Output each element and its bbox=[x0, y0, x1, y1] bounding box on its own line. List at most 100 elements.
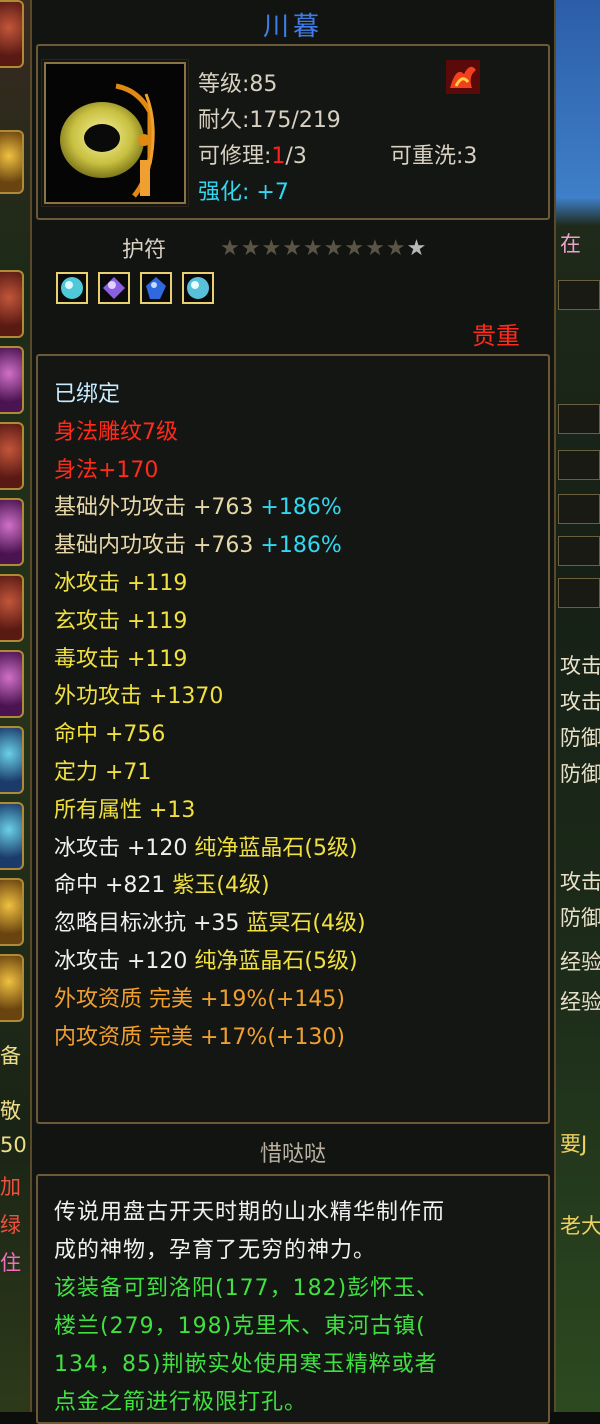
background-left-text: 50 bbox=[0, 1133, 27, 1157]
item-icon[interactable] bbox=[41, 59, 189, 207]
background-left-text: 加 bbox=[0, 1175, 21, 1199]
background-right-text: 要J bbox=[560, 1132, 588, 1156]
portrait-fragment bbox=[0, 0, 24, 68]
background-right-panel bbox=[558, 578, 600, 608]
background-right-text: 在 bbox=[560, 232, 581, 256]
attribute-line: 基础内功攻击 +763 +186% bbox=[54, 531, 342, 561]
attribute-text: 毒攻击 +119 bbox=[54, 646, 188, 672]
attribute-text: 基础外功攻击 +763 bbox=[54, 495, 261, 521]
attribute-line: 基础外功攻击 +763 +186% bbox=[54, 493, 342, 523]
background-right-text: 经验 bbox=[560, 990, 600, 1014]
attribute-text: 冰攻击 +120 bbox=[54, 949, 195, 974]
attribute-line: 冰攻击 +120 纯净蓝晶石(5级) bbox=[54, 947, 358, 977]
gem-socket-icon[interactable] bbox=[140, 272, 172, 304]
description-section: 传说用盘古开天时期的山水精华制作而 成的神物，孕育了无穷的神力。 该装备可到洛阳(1… bbox=[36, 1174, 550, 1424]
attribute-text: 纯净蓝晶石(5级) bbox=[194, 835, 358, 861]
attribute-text: 命中 +756 bbox=[54, 722, 166, 748]
attribute-line: 外功攻击 +1370 bbox=[54, 682, 223, 712]
attribute-text: 冰攻击 +119 bbox=[54, 571, 188, 596]
gem-socket-icon[interactable] bbox=[182, 272, 214, 304]
attribute-text: +186% bbox=[260, 495, 342, 521]
star-icon: ★ bbox=[302, 236, 324, 261]
star-icon: ★ bbox=[261, 236, 283, 261]
attribute-line: 外攻资质 完美 +19%(+145) bbox=[54, 985, 345, 1015]
item-name: 川暮 bbox=[262, 12, 323, 42]
attributes-section: 已绑定身法雕纹7级 身法+170 基础外功攻击 +763 +186% 基础内功攻击 +… bbox=[36, 354, 550, 1124]
background-right-panel bbox=[558, 280, 600, 310]
attribute-text: 定力 +71 bbox=[54, 760, 152, 785]
attribute-line: 内攻资质 完美 +17%(+130) bbox=[54, 1023, 345, 1053]
attribute-text: 外攻资质 完美 +19%(+145) bbox=[54, 986, 345, 1012]
skill-slot[interactable] bbox=[0, 130, 24, 194]
description-line: 134，85)荆嵌实处使用寒玉精粹或者 bbox=[54, 1352, 438, 1377]
attribute-text: 已绑定 bbox=[54, 382, 121, 407]
skill-slot[interactable] bbox=[0, 726, 24, 794]
attribute-text: 外功攻击 +1370 bbox=[54, 684, 224, 710]
star-icon: ★ bbox=[282, 236, 303, 261]
repair-used: 1 bbox=[271, 144, 286, 169]
item-tooltip: 川暮 等级:85 耐久:175/219 可修理:1/3 可重洗:3 强化: +7… bbox=[30, 0, 556, 1424]
background-left-text: 绿 bbox=[0, 1213, 21, 1237]
attribute-text: 所有属性 +13 bbox=[54, 797, 196, 823]
star-icon: ★ bbox=[385, 236, 407, 261]
background-left-text: 敬 bbox=[0, 1099, 21, 1123]
description-line: 点金之箭进行极限打孔。 bbox=[54, 1390, 308, 1415]
background-right-panel bbox=[558, 450, 600, 480]
background-left-scenery: 备 敬 50 加 绿 住 bbox=[0, 0, 32, 1412]
star-icon: ★ bbox=[323, 236, 345, 261]
skill-slot[interactable] bbox=[0, 650, 24, 718]
skill-slot[interactable] bbox=[0, 422, 24, 490]
background-right-text: 经验 bbox=[560, 950, 600, 974]
item-enhance: 强化: +7 bbox=[198, 180, 289, 205]
attribute-text: 冰攻击 +120 bbox=[54, 835, 195, 861]
attribute-line: 所有属性 +13 bbox=[54, 796, 195, 826]
attribute-line: 毒攻击 +119 bbox=[54, 645, 187, 675]
item-repair: 可修理:1/3 bbox=[198, 138, 307, 170]
skill-slot[interactable] bbox=[0, 498, 24, 566]
skill-slot[interactable] bbox=[0, 270, 24, 338]
repair-total: /3 bbox=[285, 144, 307, 169]
skill-slot[interactable] bbox=[0, 802, 24, 870]
skill-slot[interactable] bbox=[0, 954, 24, 1022]
item-type: 护符 bbox=[122, 238, 167, 263]
attribute-line: 命中 +821 紫玉(4级) bbox=[54, 871, 270, 901]
attribute-line: 定力 +71 bbox=[54, 758, 151, 788]
description-line: 楼兰(279，198)克里木、東河古镇( bbox=[54, 1314, 426, 1339]
attribute-text: 纯净蓝晶石(5级) bbox=[194, 949, 358, 974]
gem-socket-icon[interactable] bbox=[56, 272, 88, 304]
attribute-line: 命中 +756 bbox=[54, 720, 165, 750]
attribute-line: 冰攻击 +120 纯净蓝晶石(5级) bbox=[54, 834, 358, 864]
attribute-line: 已绑定 bbox=[54, 380, 120, 410]
background-right-text: 攻击 bbox=[560, 870, 600, 894]
background-right-text: 防御 bbox=[560, 762, 600, 786]
attribute-text: 忽略目标冰抗 +35 bbox=[54, 911, 247, 937]
star-icon: ★ bbox=[365, 236, 386, 261]
description-line: 成的神物，孕育了无穷的神力。 bbox=[54, 1238, 377, 1263]
item-header-section: 等级:85 耐久:175/219 可修理:1/3 可重洗:3 强化: +7 bbox=[36, 44, 550, 220]
description-line: 传说用盘古开天时期的山水精华制作而 bbox=[54, 1200, 446, 1225]
attribute-text: 基础内功攻击 +763 bbox=[54, 533, 261, 559]
attribute-text: 身法雕纹7级 bbox=[54, 419, 178, 445]
skill-slot[interactable] bbox=[0, 574, 24, 642]
rarity-label: 贵重 bbox=[472, 322, 520, 350]
attribute-line: 玄攻击 +119 bbox=[54, 607, 187, 637]
attribute-line: 身法+170 bbox=[54, 456, 158, 486]
item-rewash: 可重洗:3 bbox=[390, 144, 478, 169]
star-icon: ★ bbox=[220, 236, 241, 261]
attribute-text: 身法+170 bbox=[54, 457, 159, 483]
skill-slot[interactable] bbox=[0, 346, 24, 414]
star-icon: ★ bbox=[240, 236, 262, 261]
amulet-icon bbox=[60, 83, 155, 198]
attribute-text: 命中 +821 bbox=[54, 873, 173, 899]
background-right-text: 防御 bbox=[560, 906, 600, 930]
item-owner: 惜哒哒 bbox=[259, 1142, 326, 1167]
gem-socket-icon[interactable] bbox=[98, 272, 130, 304]
background-right-text: 攻击 bbox=[560, 654, 600, 678]
background-right-text: 防御 bbox=[560, 726, 600, 750]
background-right-panel bbox=[558, 494, 600, 524]
skill-slot[interactable] bbox=[0, 878, 24, 946]
attribute-text: 紫玉(4级) bbox=[172, 873, 270, 899]
repair-label: 可修理: bbox=[198, 144, 272, 169]
item-level: 等级:85 bbox=[198, 72, 278, 97]
attribute-text: 蓝冥石(4级) bbox=[246, 911, 366, 937]
